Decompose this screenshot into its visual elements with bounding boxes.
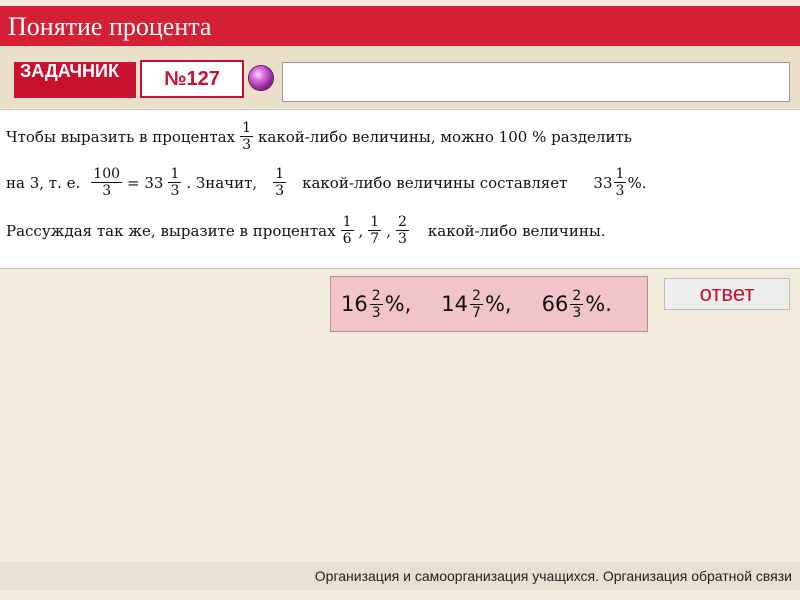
text-segment: какой-либо величины. (427, 221, 606, 240)
percent-suffix: %. (585, 292, 612, 316)
slide-title: Понятие процента (8, 12, 212, 41)
denominator: 3 (242, 137, 251, 153)
percent-suffix: %, (384, 292, 412, 316)
whole-part: 66 (541, 292, 569, 316)
whole-part: 14 (441, 292, 469, 316)
answer-item: 66 2 3 %. (542, 288, 612, 321)
problem-line-3: Рассуждая так же, выразите в процентах 1… (6, 214, 606, 247)
denominator: 3 (170, 183, 180, 199)
task-book-badge: ЗАДАЧНИК (14, 62, 136, 98)
denominator: 7 (370, 231, 380, 247)
text-segment: %. (627, 173, 647, 192)
denominator: 3 (275, 183, 285, 199)
fraction: 2 3 (396, 214, 409, 247)
text-segment: какой-либо величины составляет (302, 173, 568, 192)
problem-text: Чтобы выразить в процентах 1 3 какой-либ… (0, 109, 800, 269)
text-segment: . Значит, (186, 173, 258, 192)
text-segment: 33 (593, 173, 613, 192)
numerator: 1 (342, 214, 352, 230)
title-bar: Понятие процента (0, 6, 800, 47)
fraction: 100 3 (91, 166, 123, 199)
footer-text: Организация и самоорганизация учащихся. … (314, 568, 792, 584)
problem-line-1: Чтобы выразить в процентах 1 3 какой-либ… (6, 120, 632, 153)
orb-button-icon[interactable] (249, 66, 273, 90)
problem-line-2: на 3, т. е. 100 3 = 33 1 3 . Значит, 1 3… (6, 166, 646, 199)
numerator: 1 (170, 166, 180, 182)
answer-item: 14 2 7 %, (441, 288, 511, 321)
denominator: 7 (472, 304, 481, 321)
numerator: 2 (572, 287, 582, 304)
numerator: 1 (242, 120, 251, 136)
fraction: 2 3 (570, 287, 584, 321)
denominator: 3 (102, 183, 112, 199)
fraction: 1 3 (168, 166, 182, 199)
denominator: 3 (572, 304, 582, 321)
fraction: 2 3 (369, 287, 383, 321)
fraction: 1 3 (240, 120, 253, 153)
denominator: 6 (342, 231, 352, 247)
answer-panel: 16 2 3 %, 14 2 7 %, 66 2 3 %. (330, 276, 648, 332)
show-answer-button[interactable]: ответ (664, 278, 790, 310)
answer-item: 16 2 3 %, (341, 288, 411, 321)
fraction: 2 7 (470, 288, 483, 321)
numerator: 2 (398, 214, 407, 230)
fraction: 1 7 (368, 214, 382, 247)
text-segment: = 33 (127, 173, 164, 192)
numerator: 2 (371, 287, 381, 304)
denominator: 3 (615, 183, 625, 199)
text-segment: Рассуждая так же, выразите в процентах (6, 221, 336, 240)
separator: , (358, 221, 364, 240)
percent-suffix: %, (484, 292, 512, 316)
answer-input-box[interactable] (282, 62, 790, 102)
fraction: 1 3 (273, 166, 287, 199)
separator: , (386, 221, 391, 240)
fraction: 1 3 (613, 166, 627, 199)
fraction: 1 6 (340, 214, 354, 247)
text-segment: Чтобы выразить в процентах (6, 127, 236, 146)
numerator: 1 (370, 214, 380, 230)
denominator: 3 (398, 231, 407, 247)
text-segment: на 3, т. е. (6, 173, 81, 192)
text-segment: какой-либо величины, можно 100 % раздели… (258, 127, 632, 146)
whole-part: 16 (341, 292, 368, 316)
denominator: 3 (371, 304, 381, 321)
numerator: 2 (472, 287, 481, 304)
numerator: 1 (275, 166, 285, 182)
footer-bar: Организация и самоорганизация учащихся. … (0, 562, 800, 590)
task-number: №127 (140, 60, 244, 98)
numerator: 1 (615, 166, 625, 182)
numerator: 100 (93, 166, 121, 182)
